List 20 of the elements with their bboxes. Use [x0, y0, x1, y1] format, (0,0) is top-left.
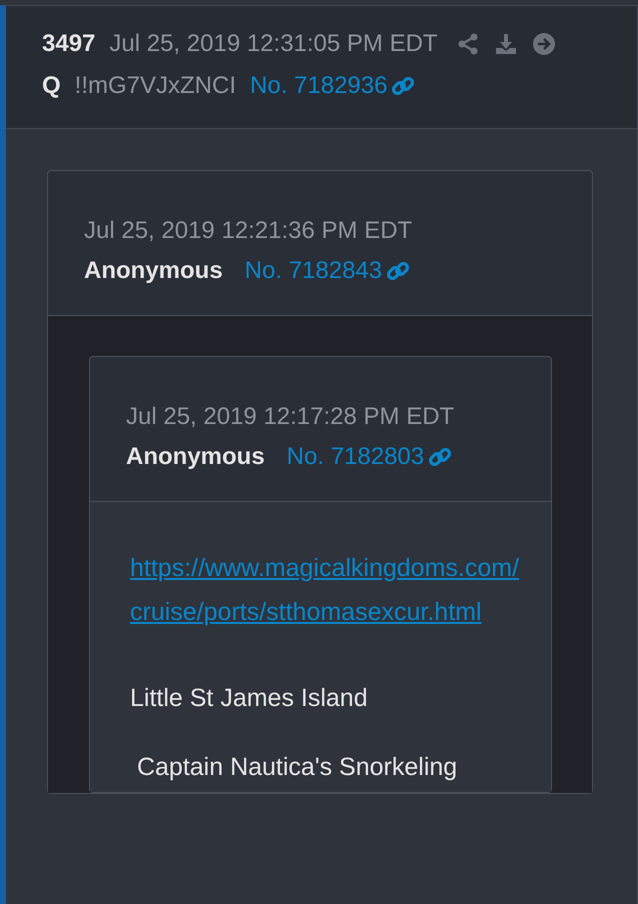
download-icon[interactable] — [494, 32, 518, 56]
post-text: Captain Nautica's Snorkeling — [136, 753, 458, 782]
author-name: Q — [42, 72, 61, 100]
link-icon[interactable] — [428, 445, 452, 469]
post-link[interactable]: No. 7182803 — [286, 443, 424, 471]
share-icon[interactable] — [456, 32, 480, 56]
author-name: Anonymous — [126, 443, 265, 471]
post-link[interactable]: No. 7182843 — [244, 257, 382, 285]
post-link[interactable]: No. 7182936 — [250, 72, 388, 100]
tripcode: !!mG7VJxZNCI — [74, 72, 236, 100]
url-link[interactable]: https://www.magicalkingdoms.com/cruise/ports/stthomasexcur.html — [130, 546, 521, 634]
post-number: 3497 — [42, 30, 96, 58]
post-text: Little St James Island — [130, 684, 369, 713]
author-name: Anonymous — [84, 257, 223, 285]
quote-timestamp: Jul 25, 2019 12:17:28 PM EDT — [126, 403, 456, 431]
link-icon[interactable] — [391, 74, 416, 98]
post-timestamp: Jul 25, 2019 12:31:05 PM EDT — [109, 30, 438, 58]
arrow-circle-icon[interactable] — [532, 32, 556, 56]
link-icon[interactable] — [386, 259, 410, 283]
quote-timestamp: Jul 25, 2019 12:21:36 PM EDT — [84, 217, 414, 245]
